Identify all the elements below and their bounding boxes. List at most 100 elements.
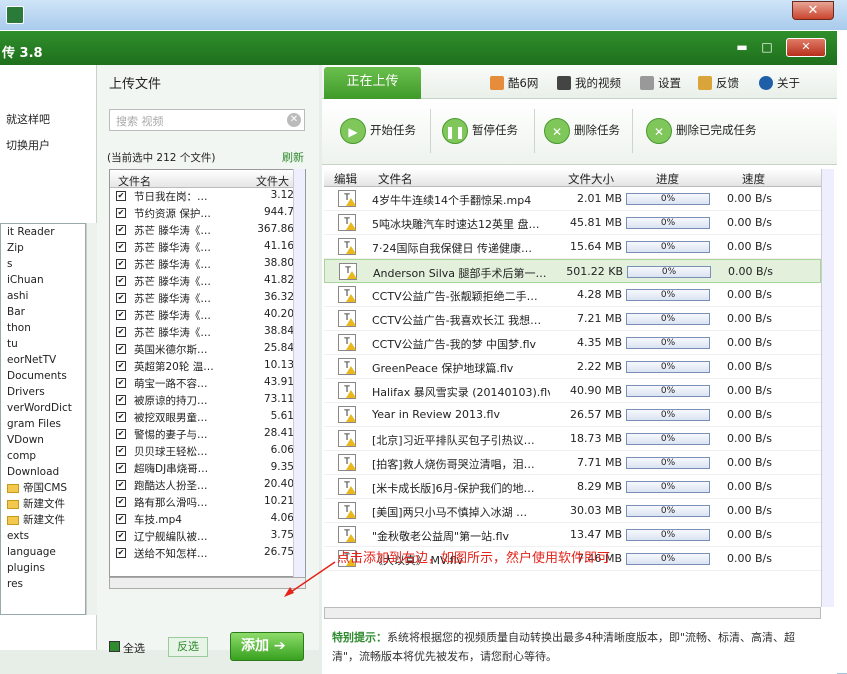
start-task-button[interactable]: ▶ 开始任务 bbox=[340, 115, 416, 145]
list-item[interactable]: ✔ 路有那么滑吗… 10.21 bbox=[110, 494, 305, 511]
table-row[interactable]: T GreenPeace 保护地球篇.flv 2.22 MB 0% 0.00 B/s bbox=[324, 355, 821, 379]
table-row[interactable]: T CCTV公益广告-我的梦 中国梦.flv 4.35 MB 0% 0.00 B/s bbox=[324, 331, 821, 355]
table-row[interactable]: T [拍客]救人烧伤哥哭泣清唱，泪… 7.71 MB 0% 0.00 B/s bbox=[324, 451, 821, 475]
list-item[interactable]: ✔ 英国米德尔斯… 25.84 bbox=[110, 341, 305, 358]
list-item[interactable]: ✔ 贝贝球王轻松… 6.06 bbox=[110, 443, 305, 460]
list-item[interactable]: ✔ 苏芒 滕华涛《… 36.32 bbox=[110, 290, 305, 307]
tree-item[interactable]: s bbox=[1, 256, 85, 272]
list-item[interactable]: ✔ 跑酷达人扮圣… 20.40 bbox=[110, 477, 305, 494]
table-row[interactable]: T CCTV公益广告-我喜欢长江 我想… 7.21 MB 0% 0.00 B/s bbox=[324, 307, 821, 331]
list-item[interactable]: ✔ 苏芒 滕华涛《… 38.84 bbox=[110, 324, 305, 341]
invert-selection-button[interactable]: 反选 bbox=[168, 637, 208, 657]
file-list-hscrollbar[interactable] bbox=[109, 577, 306, 589]
list-item[interactable]: ✔ 被挖双眼男童… 5.61 bbox=[110, 409, 305, 426]
file-checkbox[interactable]: ✔ bbox=[116, 310, 126, 320]
file-list-scrollbar[interactable] bbox=[293, 169, 305, 577]
tree-item[interactable]: 新建文件 bbox=[1, 496, 85, 512]
tree-item[interactable]: comp bbox=[1, 448, 85, 464]
tree-item[interactable]: iChuan bbox=[1, 272, 85, 288]
list-item[interactable]: ✔ 苏芒 滕华涛《… 38.80 bbox=[110, 256, 305, 273]
file-checkbox[interactable]: ✔ bbox=[116, 242, 126, 252]
tree-item[interactable]: 帝国CMS bbox=[1, 480, 85, 496]
menu-item-switch-user[interactable]: 切换用户 bbox=[6, 137, 50, 153]
table-row[interactable]: T 4岁牛牛连续14个手翻惊呆.mp4 2.01 MB 0% 0.00 B/s bbox=[324, 187, 821, 211]
file-checkbox[interactable]: ✔ bbox=[116, 548, 126, 558]
clear-search-icon[interactable]: ✕ bbox=[287, 113, 301, 127]
tree-item[interactable]: verWordDict bbox=[1, 400, 85, 416]
col-progress[interactable]: 进度 bbox=[656, 171, 679, 187]
list-item[interactable]: ✔ 节日我在岗：… 3.12 bbox=[110, 188, 305, 205]
list-item[interactable]: ✔ 苏芒 滕华涛《… 40.20 bbox=[110, 307, 305, 324]
file-checkbox[interactable]: ✔ bbox=[116, 225, 126, 235]
link-feedback[interactable]: 反馈 bbox=[698, 75, 739, 91]
select-all-checkbox[interactable] bbox=[109, 641, 120, 652]
table-row[interactable]: T Halifax 暴风雪实录 (20140103).flv 40.90 MB 0% 0… bbox=[324, 379, 821, 403]
table-row[interactable]: T 5吨冰块雕汽车时速达12英里 盘… 45.81 MB 0% 0.00 B/s bbox=[324, 211, 821, 235]
tree-item[interactable]: thon bbox=[1, 320, 85, 336]
tree-item[interactable]: Drivers bbox=[1, 384, 85, 400]
link-settings[interactable]: 设置 bbox=[640, 75, 681, 91]
file-checkbox[interactable]: ✔ bbox=[116, 293, 126, 303]
table-row[interactable]: T 7·24国际自我保健日 传递健康… 15.64 MB 0% 0.00 B/s bbox=[324, 235, 821, 259]
tree-item[interactable]: res bbox=[1, 576, 85, 592]
tree-item[interactable]: language bbox=[1, 544, 85, 560]
link-about[interactable]: 关于 bbox=[759, 75, 800, 91]
col-filesize[interactable]: 文件大 bbox=[256, 173, 289, 189]
pause-task-button[interactable]: ❚❚ 暂停任务 bbox=[442, 115, 518, 145]
list-item[interactable]: ✔ 超嗨DJ串烧哥… 9.35 bbox=[110, 460, 305, 477]
file-checkbox[interactable]: ✔ bbox=[116, 429, 126, 439]
tree-item[interactable]: eorNetTV bbox=[1, 352, 85, 368]
tree-item[interactable]: Download bbox=[1, 464, 85, 480]
list-item[interactable]: ✔ 送给不知怎样… 26.75 bbox=[110, 545, 305, 562]
file-checkbox[interactable]: ✔ bbox=[116, 276, 126, 286]
delete-task-button[interactable]: ✕ 删除任务 bbox=[544, 115, 620, 145]
tab-uploading[interactable]: 正在上传 bbox=[324, 67, 421, 99]
file-checkbox[interactable]: ✔ bbox=[116, 497, 126, 507]
link-my-videos[interactable]: 我的视频 bbox=[557, 75, 621, 91]
file-checkbox[interactable]: ✔ bbox=[116, 463, 126, 473]
queue-hscrollbar[interactable] bbox=[324, 607, 821, 619]
table-row[interactable]: T [美国]两只小马不慎掉入冰湖 … 30.03 MB 0% 0.00 B/s bbox=[324, 499, 821, 523]
select-all-label[interactable]: 全选 bbox=[123, 640, 145, 656]
tree-item[interactable]: Documents bbox=[1, 368, 85, 384]
file-checkbox[interactable]: ✔ bbox=[116, 191, 126, 201]
file-checkbox[interactable]: ✔ bbox=[116, 344, 126, 354]
tree-item[interactable]: exts bbox=[1, 528, 85, 544]
list-item[interactable]: ✔ 辽宁舰编队被… 3.75 bbox=[110, 528, 305, 545]
table-row[interactable]: T "金秋敬老公益周"第一站.flv 13.47 MB 0% 0.00 B/s bbox=[324, 523, 821, 547]
file-checkbox[interactable]: ✔ bbox=[116, 480, 126, 490]
file-checkbox[interactable]: ✔ bbox=[116, 378, 126, 388]
menu-item-logout[interactable]: 就这样吧 bbox=[6, 111, 50, 127]
list-item[interactable]: ✔ 苏芒 滕华涛《… 41.82 bbox=[110, 273, 305, 290]
list-item[interactable]: ✔ 萌宝一路不容… 43.91 bbox=[110, 375, 305, 392]
file-checkbox[interactable]: ✔ bbox=[116, 327, 126, 337]
add-button[interactable]: 添加 ➔ bbox=[230, 632, 304, 661]
file-checkbox[interactable]: ✔ bbox=[116, 259, 126, 269]
table-row[interactable]: T [米卡成长版]6月-保护我们的地… 8.29 MB 0% 0.00 B/s bbox=[324, 475, 821, 499]
list-item[interactable]: ✔ 节约资源 保护… 944.7 bbox=[110, 205, 305, 222]
delete-completed-button[interactable]: ✕ 删除已完成任务 bbox=[646, 115, 757, 145]
refresh-link[interactable]: 刷新 bbox=[282, 149, 304, 165]
file-checkbox[interactable]: ✔ bbox=[116, 361, 126, 371]
tree-item[interactable]: Zip bbox=[1, 240, 85, 256]
file-checkbox[interactable]: ✔ bbox=[116, 446, 126, 456]
maximize-icon[interactable]: □ bbox=[755, 39, 779, 57]
list-item[interactable]: ✔ 英超第20轮 温… 10.13 bbox=[110, 358, 305, 375]
table-row[interactable]: T CCTV公益广告-张靓颖拒绝二手… 4.28 MB 0% 0.00 B/s bbox=[324, 283, 821, 307]
tree-item[interactable]: plugins bbox=[1, 560, 85, 576]
table-row[interactable]: T Year in Review 2013.flv 26.57 MB 0% 0.00 B… bbox=[324, 403, 821, 427]
minimize-icon[interactable]: ▬ bbox=[730, 39, 754, 57]
list-item[interactable]: ✔ 被原谅的持刀… 73.11 bbox=[110, 392, 305, 409]
col-filename[interactable]: 文件名 bbox=[118, 173, 151, 189]
file-checkbox[interactable]: ✔ bbox=[116, 395, 126, 405]
close-icon[interactable]: ✕ bbox=[786, 38, 826, 57]
link-ku6[interactable]: 酷6网 bbox=[490, 75, 538, 91]
tree-item[interactable]: 新建文件 bbox=[1, 512, 85, 528]
tree-item[interactable]: ashi bbox=[1, 288, 85, 304]
table-row[interactable]: T Anderson Silva 腿部手术后第一… 501.22 KB 0% 0.00 … bbox=[324, 259, 821, 283]
file-checkbox[interactable]: ✔ bbox=[116, 514, 126, 524]
tree-item[interactable]: tu bbox=[1, 336, 85, 352]
tree-item[interactable]: gram Files bbox=[1, 416, 85, 432]
tree-item[interactable]: VDown bbox=[1, 432, 85, 448]
search-input[interactable]: 搜索 视频 bbox=[109, 109, 305, 131]
